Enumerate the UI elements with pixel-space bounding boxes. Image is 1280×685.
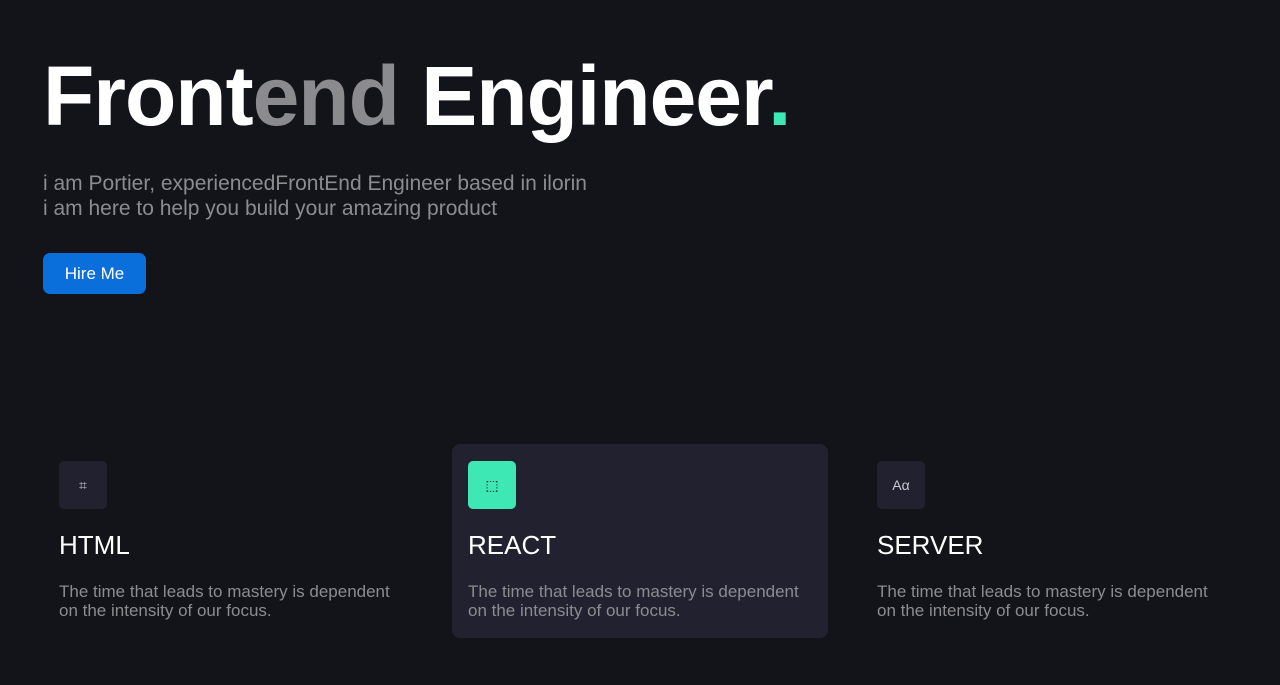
hire-me-button[interactable]: Hire Me [43,253,146,294]
card-react[interactable]: ⬚ REACT The time that leads to mastery i… [452,444,828,638]
hero-title-end: end [252,49,400,143]
card-title: REACT [468,530,557,560]
dashed-square-icon: ⬚ [468,461,516,509]
card-title: SERVER [877,530,984,560]
hero-subtitle-line-1: i am Portier, experiencedFrontEnd Engine… [43,172,587,195]
font-icon: Aα [877,461,925,509]
hash-icon: ⌗ [59,461,107,509]
card-title: HTML [59,530,130,560]
hero-subtitle: i am Portier, experiencedFrontEnd Engine… [43,171,790,221]
hero-title-engineer: Engineer [398,49,769,143]
hero-section: Frontend Engineer. i am Portier, experie… [43,49,791,221]
card-description: The time that leads to mastery is depend… [877,582,1208,620]
card-server[interactable]: Aα SERVER The time that leads to mastery… [861,444,1237,638]
hero-title-dot: . [768,49,791,143]
card-description: The time that leads to mastery is depend… [59,582,390,620]
skills-cards: ⌗ HTML The time that leads to mastery is… [43,444,1237,638]
hero-title: Frontend Engineer. [43,49,791,143]
card-html[interactable]: ⌗ HTML The time that leads to mastery is… [43,444,419,638]
hero-subtitle-line-2: i am here to help you build your amazing… [43,197,498,220]
card-description: The time that leads to mastery is depend… [468,582,799,620]
hero-title-front: Front [43,49,254,143]
